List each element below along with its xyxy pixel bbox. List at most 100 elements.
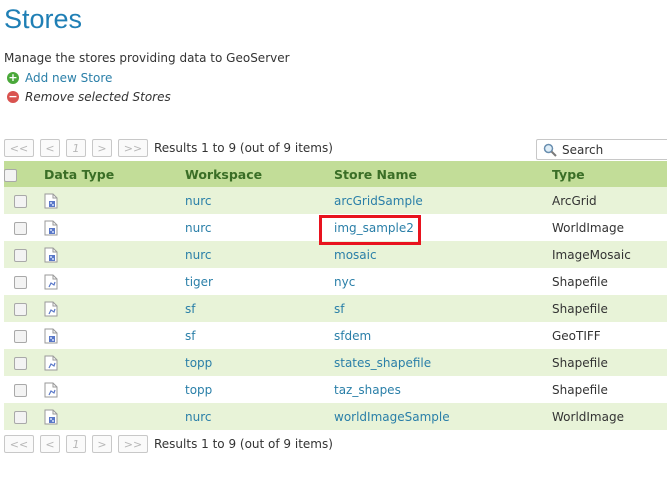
- store-type-cell: Shapefile: [552, 376, 667, 403]
- row-checkbox[interactable]: [13, 356, 27, 370]
- row-checkbox[interactable]: [13, 248, 27, 262]
- store-name-link[interactable]: nyc: [334, 275, 355, 289]
- row-select-cell: [4, 349, 36, 376]
- highlight-box: [319, 215, 421, 245]
- store-type-text: ImageMosaic: [552, 247, 631, 262]
- workspace-link[interactable]: nurc: [185, 410, 211, 424]
- add-new-store-link[interactable]: + Add new Store: [7, 71, 112, 85]
- row-select-cell: [4, 403, 36, 430]
- pager-last-button[interactable]: >>: [118, 139, 148, 157]
- store-type-cell: ArcGrid: [552, 187, 667, 214]
- row-select-cell: [4, 376, 36, 403]
- vector-file-icon: [44, 274, 58, 290]
- pager-page-button[interactable]: 1: [66, 139, 86, 157]
- search-icon: [543, 143, 557, 157]
- row-select-cell: [4, 187, 36, 214]
- store-type-cell: Shapefile: [552, 349, 667, 376]
- raster-file-icon: [44, 220, 58, 236]
- remove-selected-stores-link[interactable]: − Remove selected Stores: [7, 90, 171, 104]
- store-name-link[interactable]: mosaic: [334, 248, 377, 262]
- workspace-link[interactable]: nurc: [185, 221, 211, 235]
- pager-bottom: << < 1 > >> Results 1 to 9 (out of 9 ite…: [4, 435, 333, 453]
- pager-page-button[interactable]: 1: [66, 435, 86, 453]
- workspace-link[interactable]: topp: [185, 383, 212, 397]
- row-checkbox[interactable]: [13, 221, 27, 235]
- workspace-cell: nurc: [185, 187, 334, 214]
- store-name-link[interactable]: arcGridSample: [334, 194, 423, 208]
- pager-first-button[interactable]: <<: [4, 435, 34, 453]
- row-checkbox[interactable]: [13, 275, 27, 289]
- pager-last-button[interactable]: >>: [118, 435, 148, 453]
- row-select-cell: [4, 241, 36, 268]
- row-checkbox[interactable]: [13, 194, 27, 208]
- raster-file-icon: [44, 247, 58, 263]
- vector-file-icon: [44, 355, 58, 371]
- vector-file-icon: [44, 382, 58, 398]
- pager-prev-button[interactable]: <: [40, 139, 60, 157]
- row-checkbox[interactable]: [13, 329, 27, 343]
- pager-prev-button[interactable]: <: [40, 435, 60, 453]
- store-name-cell: mosaic: [334, 241, 552, 268]
- pager-top: << < 1 > >> Results 1 to 9 (out of 9 ite…: [4, 139, 333, 157]
- store-name-cell: arcGridSample: [334, 187, 552, 214]
- table-row: sf sfdem GeoTIFF: [4, 322, 667, 349]
- pager-results-text: Results 1 to 9 (out of 9 items): [154, 437, 333, 451]
- raster-file-icon: [44, 328, 58, 344]
- raster-file-icon: [44, 409, 58, 425]
- workspace-link[interactable]: topp: [185, 356, 212, 370]
- row-checkbox[interactable]: [13, 383, 27, 397]
- row-select-cell: [4, 322, 36, 349]
- workspace-cell: nurc: [185, 214, 334, 241]
- table-row: nurc worldImageSample WorldImage: [4, 403, 667, 430]
- workspace-cell: topp: [185, 349, 334, 376]
- row-select-cell: [4, 214, 36, 241]
- store-type-text: WorldImage: [552, 220, 624, 235]
- store-type-text: Shapefile: [552, 382, 608, 397]
- workspace-link[interactable]: tiger: [185, 275, 213, 289]
- data-type-cell: [36, 322, 185, 349]
- select-all-checkbox[interactable]: [4, 168, 17, 182]
- pager-next-button[interactable]: >: [92, 139, 112, 157]
- table-header-row: Data Type Workspace Store Name Type: [4, 161, 667, 187]
- store-type-text: Shapefile: [552, 301, 608, 316]
- store-name-link[interactable]: worldImageSample: [334, 410, 450, 424]
- store-type-cell: Shapefile: [552, 295, 667, 322]
- workspace-cell: topp: [185, 376, 334, 403]
- workspace-cell: sf: [185, 322, 334, 349]
- page-title: Stores: [4, 4, 83, 34]
- header-store-name[interactable]: Store Name: [334, 161, 552, 187]
- table-row: topp taz_shapes Shapefile: [4, 376, 667, 403]
- data-type-cell: [36, 403, 185, 430]
- header-data-type[interactable]: Data Type: [36, 161, 185, 187]
- pager-next-button[interactable]: >: [92, 435, 112, 453]
- store-type-text: Shapefile: [552, 274, 608, 289]
- search-input[interactable]: Search: [536, 139, 667, 160]
- store-type-cell: GeoTIFF: [552, 322, 667, 349]
- store-name-cell: sf: [334, 295, 552, 322]
- store-name-cell: sfdem: [334, 322, 552, 349]
- store-type-text: Shapefile: [552, 355, 608, 370]
- workspace-link[interactable]: nurc: [185, 194, 211, 208]
- row-checkbox[interactable]: [13, 410, 27, 424]
- header-type[interactable]: Type: [552, 161, 667, 187]
- add-new-store-label: Add new Store: [25, 71, 113, 85]
- pager-first-button[interactable]: <<: [4, 139, 34, 157]
- workspace-link[interactable]: sf: [185, 302, 195, 316]
- workspace-link[interactable]: nurc: [185, 248, 211, 262]
- pager-results-text: Results 1 to 9 (out of 9 items): [154, 141, 333, 155]
- store-name-link[interactable]: sf: [334, 302, 344, 316]
- workspace-link[interactable]: sf: [185, 329, 195, 343]
- header-workspace[interactable]: Workspace: [185, 161, 334, 187]
- workspace-cell: nurc: [185, 241, 334, 268]
- store-name-link[interactable]: taz_shapes: [334, 383, 401, 397]
- workspace-cell: tiger: [185, 268, 334, 295]
- store-name-link[interactable]: sfdem: [334, 329, 371, 343]
- store-name-cell: worldImageSample: [334, 403, 552, 430]
- data-type-cell: [36, 268, 185, 295]
- store-type-cell: Shapefile: [552, 268, 667, 295]
- data-type-cell: [36, 295, 185, 322]
- row-checkbox[interactable]: [13, 302, 27, 316]
- store-name-link[interactable]: states_shapefile: [334, 356, 431, 370]
- data-type-cell: [36, 349, 185, 376]
- page-description: Manage the stores providing data to GeoS…: [4, 51, 290, 65]
